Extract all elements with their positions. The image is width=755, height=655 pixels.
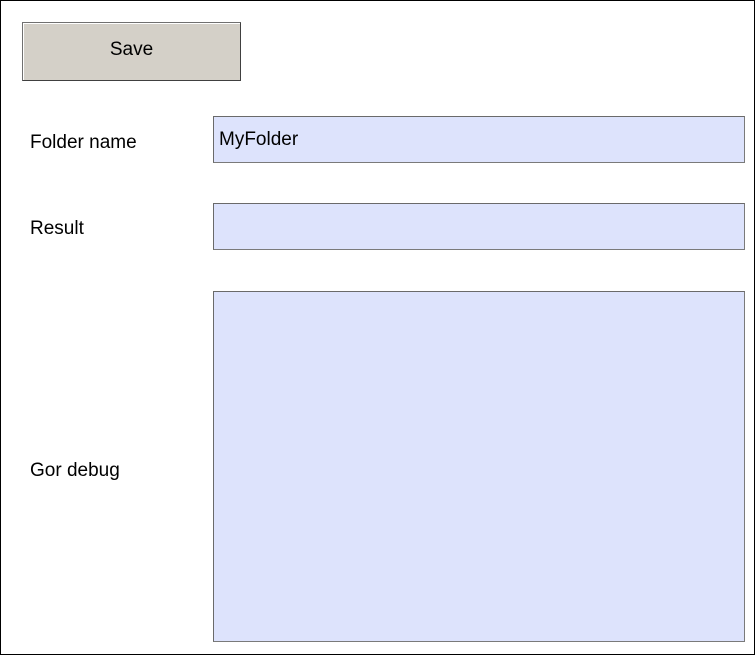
debug-label: Gor debug: [30, 460, 120, 481]
form-panel: Save Folder name Result Gor debug: [0, 0, 755, 655]
debug-textarea[interactable]: [213, 291, 745, 642]
save-button[interactable]: Save: [22, 22, 241, 81]
result-input[interactable]: [213, 203, 745, 250]
folder-name-input[interactable]: [213, 116, 745, 163]
result-label: Result: [30, 218, 84, 239]
folder-name-label: Folder name: [30, 132, 137, 153]
